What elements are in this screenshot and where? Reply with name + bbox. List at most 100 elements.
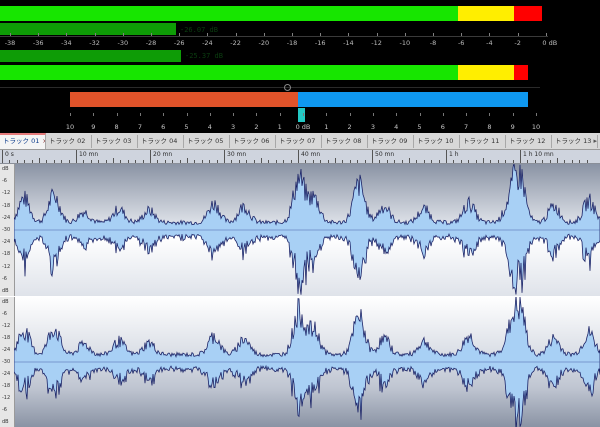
- tab-track-08[interactable]: トラック 08: [322, 135, 368, 148]
- tab-track-13[interactable]: トラック 13: [552, 135, 598, 148]
- ruler-minor-tick: [179, 160, 181, 163]
- ruler-minor-tick: [231, 160, 233, 163]
- amplitude-label: -12: [2, 263, 11, 270]
- tab-label: トラック 11: [463, 137, 500, 145]
- correlation-scale-label: 9: [510, 123, 515, 131]
- tab-track-02[interactable]: トラック 02: [46, 135, 92, 148]
- tab-track-01[interactable]: トラック 01×: [0, 133, 46, 149]
- amplitude-label: -6: [2, 311, 7, 317]
- ruler-minor-tick: [275, 160, 277, 163]
- ruler-minor-tick: [586, 160, 588, 163]
- tab-track-03[interactable]: トラック 03: [92, 135, 138, 148]
- ruler-minor-tick: [61, 160, 63, 163]
- amplitude-label: -6: [2, 407, 7, 413]
- meter-scale-tick: [235, 33, 237, 36]
- meter-scale-label: -24: [202, 39, 213, 47]
- waveform-right-channel[interactable]: [14, 297, 600, 427]
- meter-scale-label: -28: [145, 39, 157, 47]
- meter-scale-label: -18: [286, 39, 298, 47]
- meter-scale-label: -10: [399, 39, 411, 47]
- waveform-lane-left[interactable]: dB -6 -12 -18 -24 -30 -24 -18 -12 -6 dB: [0, 164, 600, 297]
- meter-scale-label: -36: [32, 39, 44, 47]
- ruler-minor-tick: [490, 160, 492, 163]
- ruler-major-tick: [2, 150, 3, 163]
- tab-track-11[interactable]: トラック 11: [460, 135, 506, 148]
- ruler-label: 40 mn: [301, 151, 321, 158]
- tab-track-10[interactable]: トラック 10: [414, 135, 460, 148]
- correlation-scale-label: 10: [65, 123, 75, 131]
- ruler-minor-tick: [557, 158, 558, 163]
- ruler-minor-tick: [164, 160, 166, 163]
- correlation-scale-tick: [139, 113, 141, 116]
- tabs-scroll-right-icon[interactable]: ▸: [593, 137, 597, 145]
- ruler-minor-tick: [68, 160, 70, 163]
- left-channel-meter-green: [0, 6, 458, 21]
- tab-label: トラック 02: [49, 137, 86, 145]
- ruler-major-tick: [520, 150, 521, 163]
- right-channel-meter-red: [514, 65, 528, 80]
- correlation-scale-tick: [279, 113, 281, 116]
- ruler-minor-tick: [142, 160, 144, 163]
- ruler-minor-tick: [46, 160, 48, 163]
- correlation-scale-label: 7: [464, 123, 469, 131]
- correlation-scale-label: 7: [137, 123, 142, 131]
- ruler-minor-tick: [327, 160, 329, 163]
- ruler-major-tick: [372, 150, 373, 163]
- ruler-minor-tick: [246, 160, 248, 163]
- ruler-minor-tick: [113, 158, 114, 163]
- meter-scale-tick: [10, 33, 11, 36]
- ruler-minor-tick: [394, 160, 396, 163]
- left-channel-average-bar: [0, 23, 176, 35]
- correlation-scale-label: 5: [184, 123, 189, 131]
- time-ruler[interactable]: 0 s 10 mn 20 mn 30 mn 40 mn 50 mn 1 h 1 h 10 mn: [0, 150, 600, 164]
- ruler-minor-tick: [453, 160, 455, 163]
- left-channel-meter-yellow: [458, 6, 514, 21]
- correlation-scale-tick: [256, 113, 258, 116]
- tab-track-12[interactable]: トラック 12: [506, 135, 552, 148]
- amplitude-label: -12: [2, 395, 11, 401]
- tab-track-04[interactable]: トラック 04: [138, 135, 184, 148]
- correlation-scale-label: 10: [531, 123, 541, 131]
- meter-scale-tick: [376, 33, 378, 36]
- ruler-minor-tick: [238, 160, 240, 163]
- correlation-scale-tick: [349, 113, 351, 116]
- ruler-minor-tick: [564, 160, 566, 163]
- correlation-scale-tick: [489, 113, 491, 116]
- ruler-minor-tick: [209, 160, 211, 163]
- amplitude-label: -12: [2, 323, 11, 329]
- waveform-lane-right[interactable]: dB -6 -12 -18 -24 -30 -24 -18 -12 -6 dB: [0, 297, 600, 427]
- ruler-minor-tick: [497, 160, 499, 163]
- correlation-scale-tick: [536, 113, 537, 116]
- meter-scale-tick: [348, 33, 350, 36]
- tab-track-09[interactable]: トラック 09: [368, 135, 414, 148]
- ruler-minor-tick: [216, 160, 218, 163]
- meter-scale-label: -14: [343, 39, 354, 47]
- amplitude-label: -18: [2, 383, 11, 389]
- correlation-scale-tick: [396, 113, 398, 116]
- ruler-minor-tick: [475, 160, 477, 163]
- ruler-minor-tick: [342, 160, 344, 163]
- waveform-area[interactable]: dB -6 -12 -18 -24 -30 -24 -18 -12 -6 dB dB -6 -12 -18…: [0, 164, 600, 427]
- correlation-right-bar: [298, 92, 528, 107]
- tab-track-05[interactable]: トラック 05: [184, 135, 230, 148]
- ruler-minor-tick: [105, 160, 107, 163]
- correlation-scale-label: 8: [487, 123, 492, 131]
- amplitude-label: -12: [2, 190, 11, 197]
- amplitude-label: -18: [2, 251, 11, 258]
- amplitude-label: dB: [2, 166, 9, 172]
- tab-track-07[interactable]: トラック 07: [276, 135, 322, 148]
- amplitude-label: dB: [2, 299, 9, 305]
- tab-label: トラック 07: [279, 137, 316, 145]
- tab-track-06[interactable]: トラック 06: [230, 135, 276, 148]
- correlation-scale-label: 4: [394, 123, 399, 131]
- meter-divider: [0, 87, 540, 88]
- ruler-minor-tick: [416, 160, 418, 163]
- correlation-scale-tick: [419, 113, 421, 116]
- ruler-minor-tick: [431, 160, 433, 163]
- correlation-scale-label: 1: [277, 123, 282, 131]
- correlation-scale-tick: [186, 113, 188, 116]
- right-peak-readout: -25.37 dB: [185, 52, 223, 60]
- waveform-left-channel[interactable]: [14, 164, 600, 296]
- meter-scale-label: 0 dB: [542, 39, 558, 47]
- correlation-scale-label: 5: [417, 123, 422, 131]
